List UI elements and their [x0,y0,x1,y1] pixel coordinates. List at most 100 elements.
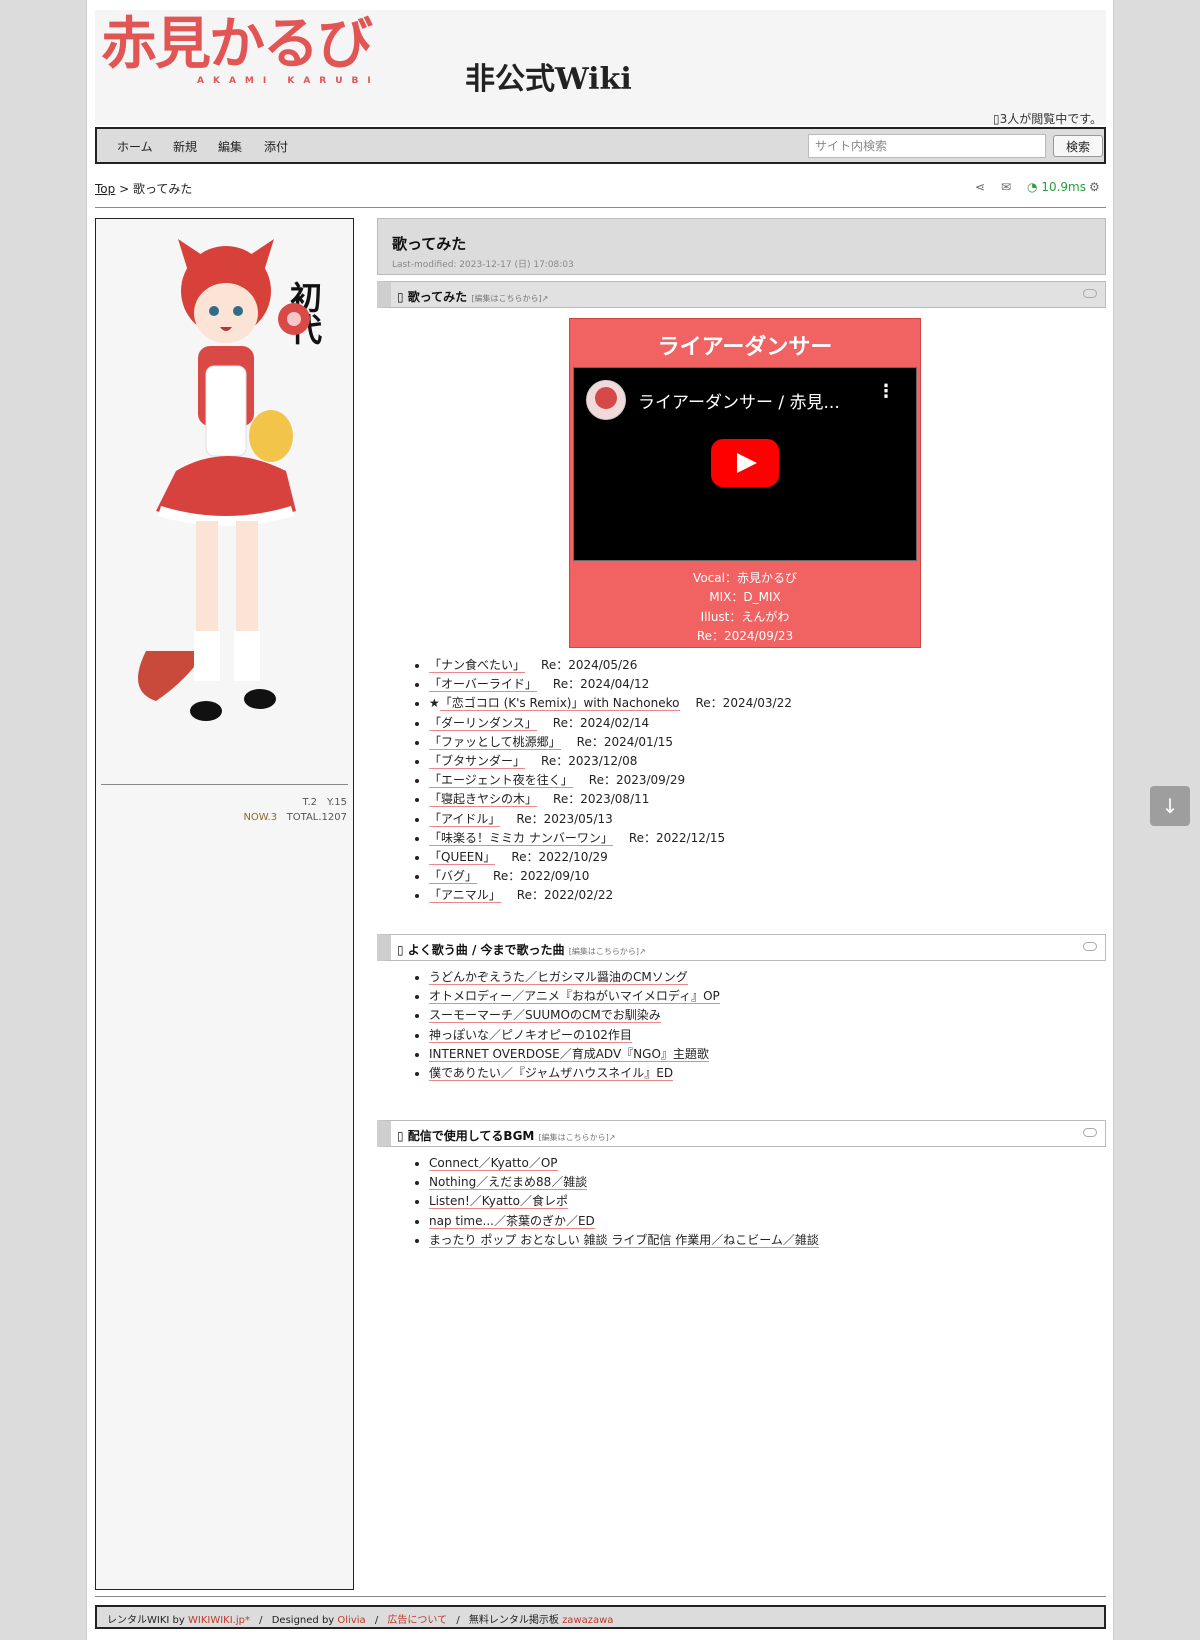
clock-icon: ◔ [1027,180,1038,194]
song-link[interactable]: 「アニマル」 [429,888,501,904]
more-options-icon[interactable]: ⋮ [877,383,895,401]
breadcrumb-separator: > [119,182,130,196]
bgm-link[interactable]: Listen!／Kyatto／食レポ [429,1194,568,1210]
breadcrumb-top-link[interactable]: Top [95,182,115,196]
breadcrumb: Top > 歌ってみた [95,180,192,197]
song-link[interactable]: 「エージェント夜を往く」 [429,773,573,789]
song-link[interactable]: 「ダーリンダンス」 [429,715,537,731]
footer-wikiwiki-link[interactable]: WIKIWIKI.jp* [188,1615,250,1626]
section-icon: ▯ [397,943,408,957]
footer-designer-link[interactable]: Olivia [337,1615,365,1626]
song-link[interactable]: 「ブタサンダー」 [429,754,526,770]
song-link[interactable]: 「バグ」 [429,869,478,885]
access-counter-total: NOW.3 TOTAL.1207 [243,812,347,823]
edit-link[interactable]: [編集はこちらから]↗ [471,294,548,303]
song-link[interactable]: 「寝起きヤシの木」 [429,792,538,808]
nav-edit[interactable]: 編集 [218,138,242,155]
nav-attach[interactable]: 添付 [264,138,288,155]
arrow-down-icon: ↓ [1161,794,1179,818]
often-sung-list: うどんかぞえうた／ヒガシマル醤油のCMソング オトメロディー／アニメ『おねがいマ… [429,968,720,1083]
list-item: nap time...／茶葉のぎか／ED [429,1212,819,1231]
list-item: スーモーマーチ／SUUMOのCMでお馴染み [429,1006,720,1025]
search-button[interactable]: 検索 [1053,135,1103,157]
credit-illust: Illust：えんがわ [700,609,790,624]
song-link[interactable]: 「恋ゴコロ (K's Remix)」with Nachoneko [439,696,680,712]
list-item: 「味楽る！ミミカ ナンバーワン」Re：2022/12/15 [429,829,792,848]
footer-divider [95,1596,1106,1597]
nav-new[interactable]: 新規 [173,138,197,155]
sidebar: 初代 T.2 Y.15 NOW.3 TOTAL.12 [95,218,354,1590]
list-item: 僕でありたい／『ジャムザハウスネイル』ED [429,1064,720,1083]
song-link[interactable]: 「ナン食べたい」 [429,658,526,673]
footer-rental-text: レンタルWIKI by [107,1615,185,1626]
scroll-down-button[interactable]: ↓ [1150,786,1190,826]
list-item: 「アニマル」Re：2022/02/22 [429,886,792,905]
edit-link[interactable]: [編集はこちらから]↗ [539,1133,616,1142]
list-item: 「バグ」Re：2022/09/10 [429,867,792,886]
bgm-link[interactable]: Connect／Kyatto／OP [429,1156,558,1171]
song-link[interactable]: 「味楽る！ミミカ ナンバーワン」 [429,830,613,846]
cover-list: 「ナン食べたい」Re：2024/05/26 「オーバーライド」Re：2024/0… [429,656,792,906]
list-item: 「寝起きヤシの木」Re：2023/08/11 [429,790,792,809]
list-item: 「QUEEN」Re：2022/10/29 [429,848,792,867]
list-item: オトメロディー／アニメ『おねがいマイメロディ』OP [429,987,720,1006]
gear-icon[interactable]: ⚙ [1089,180,1100,194]
bgm-list: Connect／Kyatto／OP Nothing／えだまめ88／雑談 List… [429,1154,819,1250]
list-item: まったり ポップ おとなしい 雑談 ライブ配信 作業用／ねこビーム／雑談 [429,1231,819,1250]
breadcrumb-current: 歌ってみた [132,182,193,196]
song-link[interactable]: 神っぽいな／ピノキオピーの102作目 [429,1027,632,1043]
list-item: 「オーバーライド」Re：2024/04/12 [429,675,792,694]
site-logo-subtitle: AKAMI KARUBI [197,76,380,86]
list-item: ★「恋ゴコロ (K's Remix)」with NachonekoRe：2024… [429,694,792,713]
character-illustration: 初代 [138,239,323,721]
search-input[interactable] [808,134,1046,158]
list-item: 「エージェント夜を往く」Re：2023/09/29 [429,771,792,790]
song-link[interactable]: オトメロディー／アニメ『おねがいマイメロディ』OP [429,989,720,1005]
anchor-link-icon[interactable] [1083,289,1097,298]
footer-ad-link[interactable]: 広告について [387,1615,447,1626]
song-link[interactable]: うどんかぞえうた／ヒガシマル醤油のCMソング [429,970,688,985]
bgm-link[interactable]: Nothing／えだまめ88／雑談 [429,1175,588,1191]
list-item: 「アイドル」Re：2023/05/13 [429,810,792,829]
credit-release: Re：2024/09/23 [696,628,794,643]
site-logo[interactable]: 赤見かるび [101,14,373,76]
song-link[interactable]: 「QUEEN」 [429,850,496,866]
nav-home[interactable]: ホーム [117,138,153,155]
viewer-icon: ▯ [992,112,1000,126]
bgm-link[interactable]: nap time...／茶葉のぎか／ED [429,1213,595,1229]
anchor-link-icon[interactable] [1083,1128,1097,1137]
viewer-count: ▯3人が閲覧中です。 [992,112,1102,126]
bgm-link[interactable]: まったり ポップ おとなしい 雑談 ライブ配信 作業用／ねこビーム／雑談 [429,1232,819,1248]
list-item: Connect／Kyatto／OP [429,1154,819,1173]
footer-zawazawa-link[interactable]: zawazawa [562,1615,613,1626]
video-card: ライアーダンサー ライアーダンサー / 赤見... ⋮ Vocal：赤見かるび … [569,318,921,648]
access-counter-daily: T.2 Y.15 [302,797,347,808]
list-item: 「ファッとして桃源郷」Re：2024/01/15 [429,733,792,752]
anchor-link-icon[interactable] [1083,942,1097,951]
list-item: 「ブタサンダー」Re：2023/12/08 [429,752,792,771]
video-title[interactable]: ライアーダンサー / 赤見... [638,388,840,413]
youtube-player[interactable]: ライアーダンサー / 赤見... ⋮ [573,367,917,561]
timing-indicator: ◔ 10.9ms [1027,180,1086,194]
song-link[interactable]: 「アイドル」 [429,811,501,827]
site-logo-wiki: 非公式Wiki [465,62,632,97]
song-link[interactable]: 僕でありたい／『ジャムザハウスネイル』ED [429,1066,674,1082]
song-link[interactable]: 「ファッとして桃源郷」 [429,734,561,750]
section-icon: ▯ [397,290,408,304]
page-tools: ⋖ ✉ ◔ 10.9ms ⚙ [967,180,1107,196]
song-link[interactable]: INTERNET OVERDOSE／育成ADV『NGO』主題歌 [429,1046,709,1062]
mail-icon[interactable]: ✉ [1001,180,1011,194]
section-heading-bgm: ▯ 配信で使用してるBGM [編集はこちらから]↗ [377,1120,1106,1147]
main-nav: ホーム 新規 編集 添付 検索 [95,127,1106,164]
section-icon: ▯ [397,1129,408,1143]
share-icon[interactable]: ⋖ [975,180,985,194]
video-credits: Vocal：赤見かるび MIX：D_MIX Illust：えんがわ Re：202… [570,569,920,646]
play-button[interactable] [711,439,779,487]
edit-link[interactable]: [編集はこちらから]↗ [569,947,646,956]
song-link[interactable]: 「オーバーライド」 [429,677,537,693]
section-heading-covers: ▯ 歌ってみた [編集はこちらから]↗ [377,281,1106,308]
footer-designed-text: Designed by [271,1615,335,1626]
song-link[interactable]: スーモーマーチ／SUUMOのCMでお馴染み [429,1008,661,1024]
list-item: 「ナン食べたい」Re：2024/05/26 [429,656,792,675]
channel-avatar[interactable] [586,380,626,420]
